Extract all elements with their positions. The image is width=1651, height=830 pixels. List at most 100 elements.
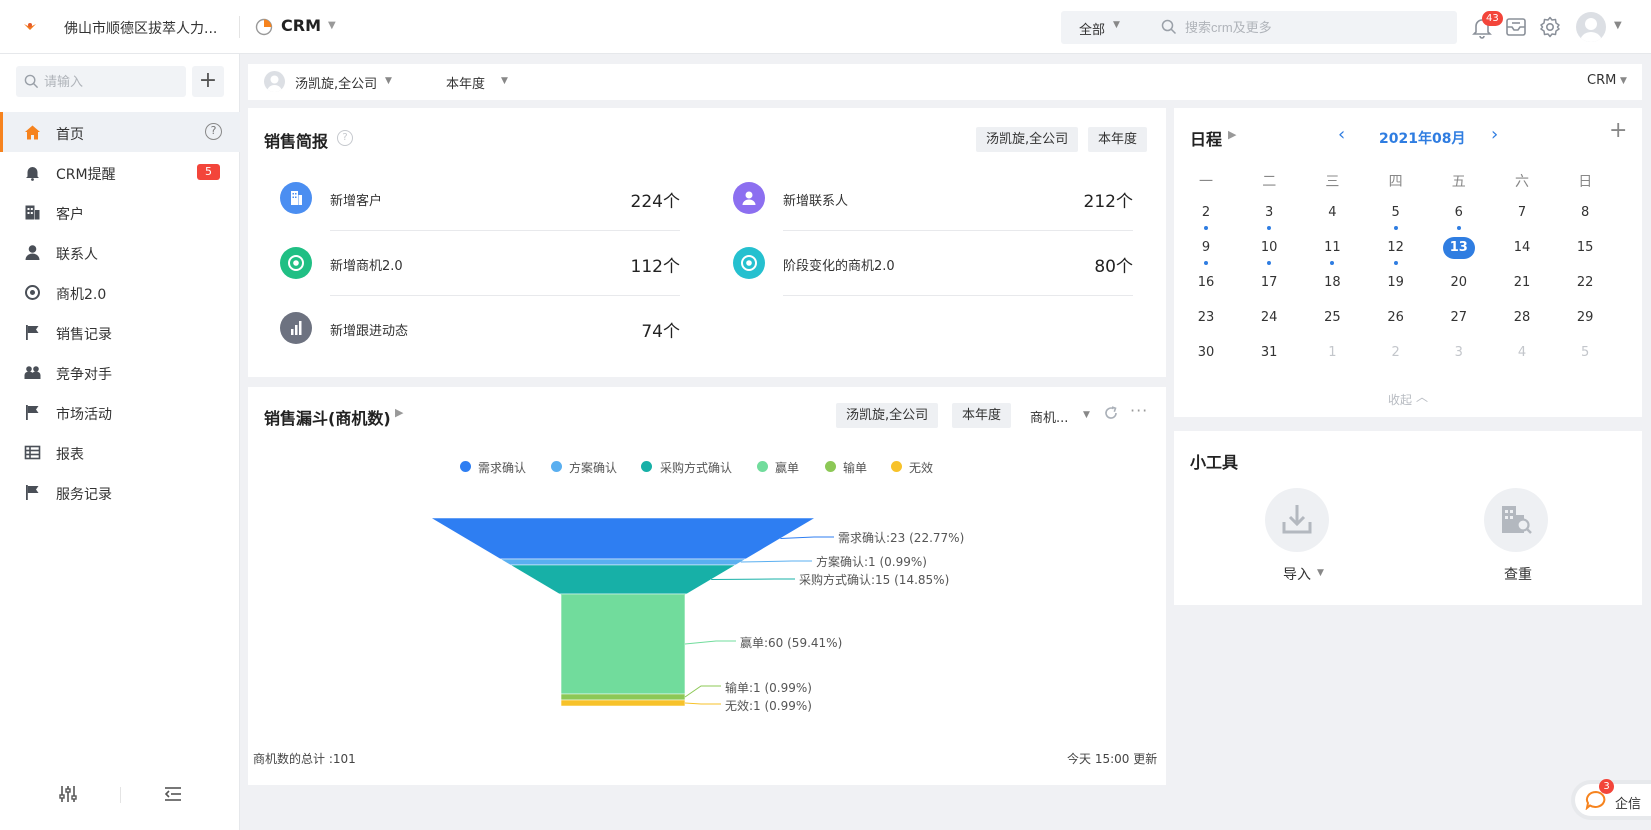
calendar-day[interactable]: 4 xyxy=(1502,342,1542,364)
sidebar-item-service-record[interactable]: 服务记录 xyxy=(0,472,240,512)
sidebar-item-marketing[interactable]: 市场活动 xyxy=(0,392,240,432)
calendar-day[interactable]: 5 xyxy=(1565,342,1605,364)
chevron-right-icon[interactable]: ▶ xyxy=(395,406,403,419)
calendar-title[interactable]: 日程 xyxy=(1190,126,1222,150)
sliders-icon[interactable] xyxy=(58,784,78,804)
calendar-day[interactable]: 3 xyxy=(1249,202,1289,224)
calendar-day[interactable]: 16 xyxy=(1186,272,1226,294)
calendar-day[interactable]: 10 xyxy=(1249,237,1289,259)
calendar-day[interactable]: 2 xyxy=(1376,342,1416,364)
funnel-segment[interactable] xyxy=(560,699,686,707)
kpi-new-followup[interactable]: 新增跟进动态 74个 xyxy=(280,312,680,360)
calendar-day[interactable]: 21 xyxy=(1502,272,1542,294)
funnel-segment[interactable] xyxy=(560,693,686,701)
legend-label[interactable]: 输单 xyxy=(843,459,867,476)
chevron-down-icon[interactable]: ▼ xyxy=(1614,20,1622,31)
prev-month-icon[interactable]: ‹ xyxy=(1338,124,1345,145)
funnel-title[interactable]: 销售漏斗(商机数) xyxy=(264,405,391,429)
collapse-button[interactable]: 收起 xyxy=(1388,391,1412,408)
sidebar-item-customer[interactable]: 客户 xyxy=(0,192,240,232)
calendar-day[interactable]: 24 xyxy=(1249,307,1289,329)
legend-label[interactable]: 需求确认 xyxy=(478,459,526,476)
calendar-day[interactable]: 31 xyxy=(1249,342,1289,364)
legend-label[interactable]: 采购方式确认 xyxy=(660,459,732,476)
more-icon[interactable]: ··· xyxy=(1130,401,1148,420)
chevron-down-icon[interactable]: ▼ xyxy=(1317,568,1324,578)
calendar-day[interactable]: 7 xyxy=(1502,202,1542,224)
chevron-down-icon[interactable]: ▼ xyxy=(385,76,392,86)
metric-select[interactable]: 商机... xyxy=(1030,407,1068,426)
calendar-day[interactable]: 22 xyxy=(1565,272,1605,294)
chevron-right-icon[interactable]: ▶ xyxy=(1228,128,1236,141)
chevron-down-icon[interactable]: ▼ xyxy=(1083,410,1090,420)
calendar-day[interactable]: 28 xyxy=(1502,307,1542,329)
company-name[interactable]: 佛山市顺德区拔萃人力... xyxy=(64,18,217,38)
legend-label[interactable]: 赢单 xyxy=(775,459,799,476)
import-tool[interactable] xyxy=(1265,488,1329,552)
funnel-segment[interactable] xyxy=(509,564,737,595)
calendar-day[interactable]: 8 xyxy=(1565,202,1605,224)
sidebar-item-competitor[interactable]: 竞争对手 xyxy=(0,352,240,392)
search-input[interactable] xyxy=(1185,15,1445,40)
user-tag[interactable]: 汤凯旋,全公司 xyxy=(836,403,939,428)
calendar-day[interactable]: 11 xyxy=(1312,237,1352,259)
dedupe-tool[interactable] xyxy=(1484,488,1548,552)
calendar-day[interactable]: 19 xyxy=(1376,272,1416,294)
help-icon[interactable]: ? xyxy=(337,130,353,146)
kpi-new-customer[interactable]: 新增客户 224个 xyxy=(280,182,680,231)
chevron-up-icon[interactable]: ︿ xyxy=(1416,388,1428,405)
sidebar-item-crm-reminder[interactable]: CRM提醒 5 xyxy=(0,152,240,192)
calendar-day[interactable]: 15 xyxy=(1565,237,1605,259)
calendar-month[interactable]: 2021年08月 xyxy=(1379,128,1465,148)
qixin-chat-button[interactable]: 3 企信 xyxy=(1571,779,1651,820)
calendar-day[interactable]: 12 xyxy=(1376,237,1416,259)
calendar-day[interactable]: 13 xyxy=(1439,237,1479,259)
inbox-icon[interactable] xyxy=(1504,15,1528,39)
calendar-day[interactable]: 2 xyxy=(1186,202,1226,224)
calendar-day[interactable]: 5 xyxy=(1376,202,1416,224)
dedupe-label[interactable]: 查重 xyxy=(1504,564,1532,584)
calendar-day[interactable]: 6 xyxy=(1439,202,1479,224)
refresh-icon[interactable] xyxy=(1103,405,1119,421)
add-button[interactable]: + xyxy=(192,66,224,97)
kpi-stage-changed[interactable]: 阶段变化的商机2.0 80个 xyxy=(733,247,1133,296)
calendar-day[interactable]: 27 xyxy=(1439,307,1479,329)
gear-icon[interactable] xyxy=(1538,15,1562,39)
funnel-segment[interactable] xyxy=(558,593,688,695)
avatar[interactable] xyxy=(1576,12,1606,42)
legend-label[interactable]: 方案确认 xyxy=(569,459,617,476)
period-filter[interactable]: 本年度 xyxy=(446,73,485,92)
chevron-down-icon[interactable]: ▼ xyxy=(1113,20,1120,30)
calendar-day[interactable]: 1 xyxy=(1312,342,1352,364)
calendar-day[interactable]: 14 xyxy=(1502,237,1542,259)
calendar-day[interactable]: 25 xyxy=(1312,307,1352,329)
sidebar-item-report[interactable]: 报表 xyxy=(0,432,240,472)
chevron-down-icon[interactable]: ▼ xyxy=(328,20,336,31)
user-filter[interactable]: 汤凯旋,全公司 xyxy=(295,73,377,92)
period-tag[interactable]: 本年度 xyxy=(1088,127,1148,152)
crm-filter[interactable]: CRM xyxy=(1587,73,1616,88)
funnel-segment[interactable] xyxy=(429,517,817,560)
calendar-day[interactable]: 4 xyxy=(1312,202,1352,224)
kpi-new-contact[interactable]: 新增联系人 212个 xyxy=(733,182,1133,231)
sidebar-search-input[interactable] xyxy=(44,70,179,93)
calendar-day[interactable]: 26 xyxy=(1376,307,1416,329)
sidebar-item-opportunity[interactable]: 商机2.0 xyxy=(0,272,240,312)
global-search[interactable]: 全部 ▼ xyxy=(1061,11,1457,44)
funnel-segment[interactable] xyxy=(499,558,747,566)
search-scope[interactable]: 全部 xyxy=(1079,19,1105,38)
calendar-day[interactable]: 9 xyxy=(1186,237,1226,259)
sidebar-item-contact[interactable]: 联系人 xyxy=(0,232,240,272)
calendar-day[interactable]: 18 xyxy=(1312,272,1352,294)
calendar-day[interactable]: 29 xyxy=(1565,307,1605,329)
calendar-day[interactable]: 23 xyxy=(1186,307,1226,329)
add-schedule-button[interactable]: + xyxy=(1609,118,1627,143)
legend-label[interactable]: 无效 xyxy=(909,459,933,476)
chevron-down-icon[interactable]: ▼ xyxy=(501,76,508,86)
help-icon[interactable]: ? xyxy=(205,123,222,140)
calendar-day[interactable]: 3 xyxy=(1439,342,1479,364)
calendar-day[interactable]: 30 xyxy=(1186,342,1226,364)
calendar-day[interactable]: 17 xyxy=(1249,272,1289,294)
calendar-day[interactable]: 20 xyxy=(1439,272,1479,294)
import-label[interactable]: 导入 xyxy=(1283,564,1311,584)
